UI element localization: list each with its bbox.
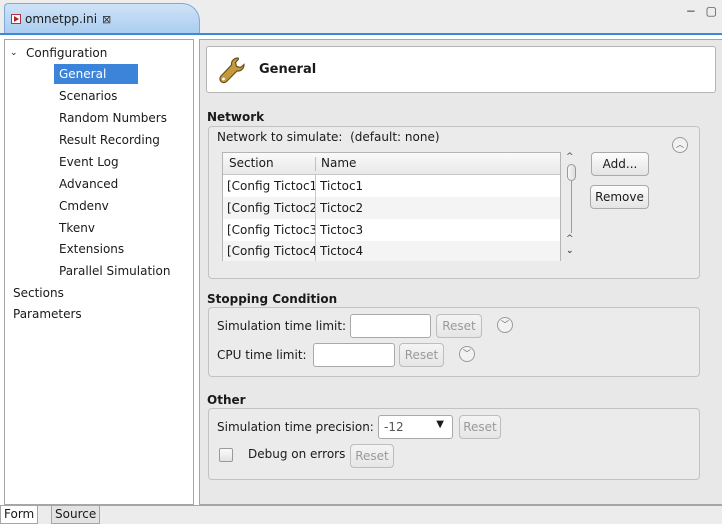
cell-section: [Config Tictoc1] [227,179,315,193]
expand-icon[interactable]: ﹀ [459,346,475,362]
config-tree[interactable]: ⌄ Configuration General Scenarios Random… [4,39,194,505]
tree-item-sections[interactable]: Sections [5,283,193,303]
column-separator [315,157,316,171]
minimize-maximize-icon[interactable]: − ▢ [686,4,720,18]
expand-icon[interactable]: ﹀ [497,317,513,333]
tree-item-label: Random Numbers [59,111,167,125]
tree-item-label: General [54,64,138,84]
stopping-section-title: Stopping Condition [207,292,338,306]
tab-source[interactable]: Source [51,506,101,524]
cpu-time-limit-label: CPU time limit: [217,348,307,362]
column-header-section[interactable]: Section [229,156,274,170]
tree-item-parameters[interactable]: Parameters [5,304,193,324]
precision-value: -12 [384,420,404,434]
wrench-icon [219,57,245,84]
cpu-time-reset-button[interactable]: Reset [399,343,444,367]
table-row[interactable]: [Config Tictoc4] Tictoc4 [223,241,560,261]
tree-item-cmdenv[interactable]: Cmdenv [5,196,193,216]
cell-name: Tictoc4 [320,244,364,258]
bottom-tab-bar [0,505,722,524]
sim-time-limit-label: Simulation time limit: [217,319,347,333]
tree-item-label: Scenarios [59,89,118,103]
sim-time-limit-input[interactable] [350,314,431,338]
column-header-name[interactable]: Name [321,156,356,170]
chevron-down-icon[interactable]: ⌄ [10,43,18,63]
tree-item-label: Configuration [26,46,108,60]
scroll-up-icon[interactable]: ^ [566,152,574,162]
add-network-button[interactable]: Add... [591,152,649,176]
precision-select[interactable]: -12 ▼ [378,415,453,439]
tree-item-event-log[interactable]: Event Log [5,152,193,172]
network-table[interactable]: Section Name [Config Tictoc1] Tictoc1 [C… [222,152,561,261]
network-to-simulate-label: Network to simulate: (default: none) [217,130,440,144]
other-group [208,408,700,480]
scroll-down-icon[interactable]: ⌄ [566,246,574,256]
tree-item-configuration[interactable]: ⌄ Configuration [5,43,193,63]
scroll-up-icon[interactable]: ^ [566,234,574,244]
ini-file-icon [11,14,21,24]
tree-item-advanced[interactable]: Advanced [5,174,193,194]
editor-tab-title: omnetpp.ini [25,12,98,26]
tree-item-label: Tkenv [59,221,95,235]
tab-form[interactable]: Form [0,506,39,524]
tree-item-scenarios[interactable]: Scenarios [5,86,193,106]
table-row[interactable]: [Config Tictoc1] Tictoc1 [223,175,560,197]
tree-item-label: Event Log [59,155,119,169]
chevron-down-icon[interactable]: ▼ [436,419,444,430]
editor-tab-omnetpp-ini[interactable]: omnetpp.ini ⊠ [4,3,200,34]
debug-on-errors-label: Debug on errors [248,447,346,461]
table-row[interactable]: [Config Tictoc3] Tictoc3 [223,219,560,241]
tree-item-parallel-simulation[interactable]: Parallel Simulation [5,261,193,281]
scroll-thumb[interactable] [567,164,576,181]
precision-label: Simulation time precision: [217,420,374,434]
debug-reset-button[interactable]: Reset [350,444,394,468]
tree-item-tkenv[interactable]: Tkenv [5,218,193,238]
tree-item-label: Advanced [59,177,119,191]
other-section-title: Other [207,393,246,407]
cell-name: Tictoc2 [320,201,364,215]
debug-on-errors-checkbox[interactable] [219,448,233,462]
cell-section: [Config Tictoc2] [227,201,315,215]
tree-item-label: Parameters [13,307,82,321]
cpu-time-limit-input[interactable] [313,343,395,367]
page-title: General [259,62,317,77]
network-section-title: Network [207,110,265,124]
tree-item-result-recording[interactable]: Result Recording [5,130,193,150]
remove-network-button[interactable]: Remove [590,185,649,209]
table-header: Section Name [223,153,560,175]
sim-time-reset-button[interactable]: Reset [436,314,482,338]
tree-item-extensions[interactable]: Extensions [5,239,193,259]
tree-item-label: Parallel Simulation [59,264,171,278]
column-separator [315,175,316,261]
precision-reset-button[interactable]: Reset [459,415,501,439]
collapse-icon[interactable]: ︿ [672,137,688,153]
table-row[interactable]: [Config Tictoc2] Tictoc2 [223,197,560,219]
cell-section: [Config Tictoc4] [227,244,315,258]
tree-item-label: Extensions [59,242,125,256]
tree-item-label: Result Recording [59,133,160,147]
page-header: General [206,46,716,93]
tree-item-label: Cmdenv [59,199,109,213]
tree-item-general[interactable]: General [5,64,193,84]
tree-item-label: Sections [13,286,64,300]
cell-name: Tictoc1 [320,179,364,193]
scroll-track [571,181,572,233]
close-icon[interactable]: ⊠ [102,13,111,26]
cell-name: Tictoc3 [320,223,364,237]
cell-section: [Config Tictoc3] [227,223,315,237]
table-scrollbar[interactable]: ^ ^ ⌄ [563,152,581,261]
tree-item-random-numbers[interactable]: Random Numbers [5,108,193,128]
